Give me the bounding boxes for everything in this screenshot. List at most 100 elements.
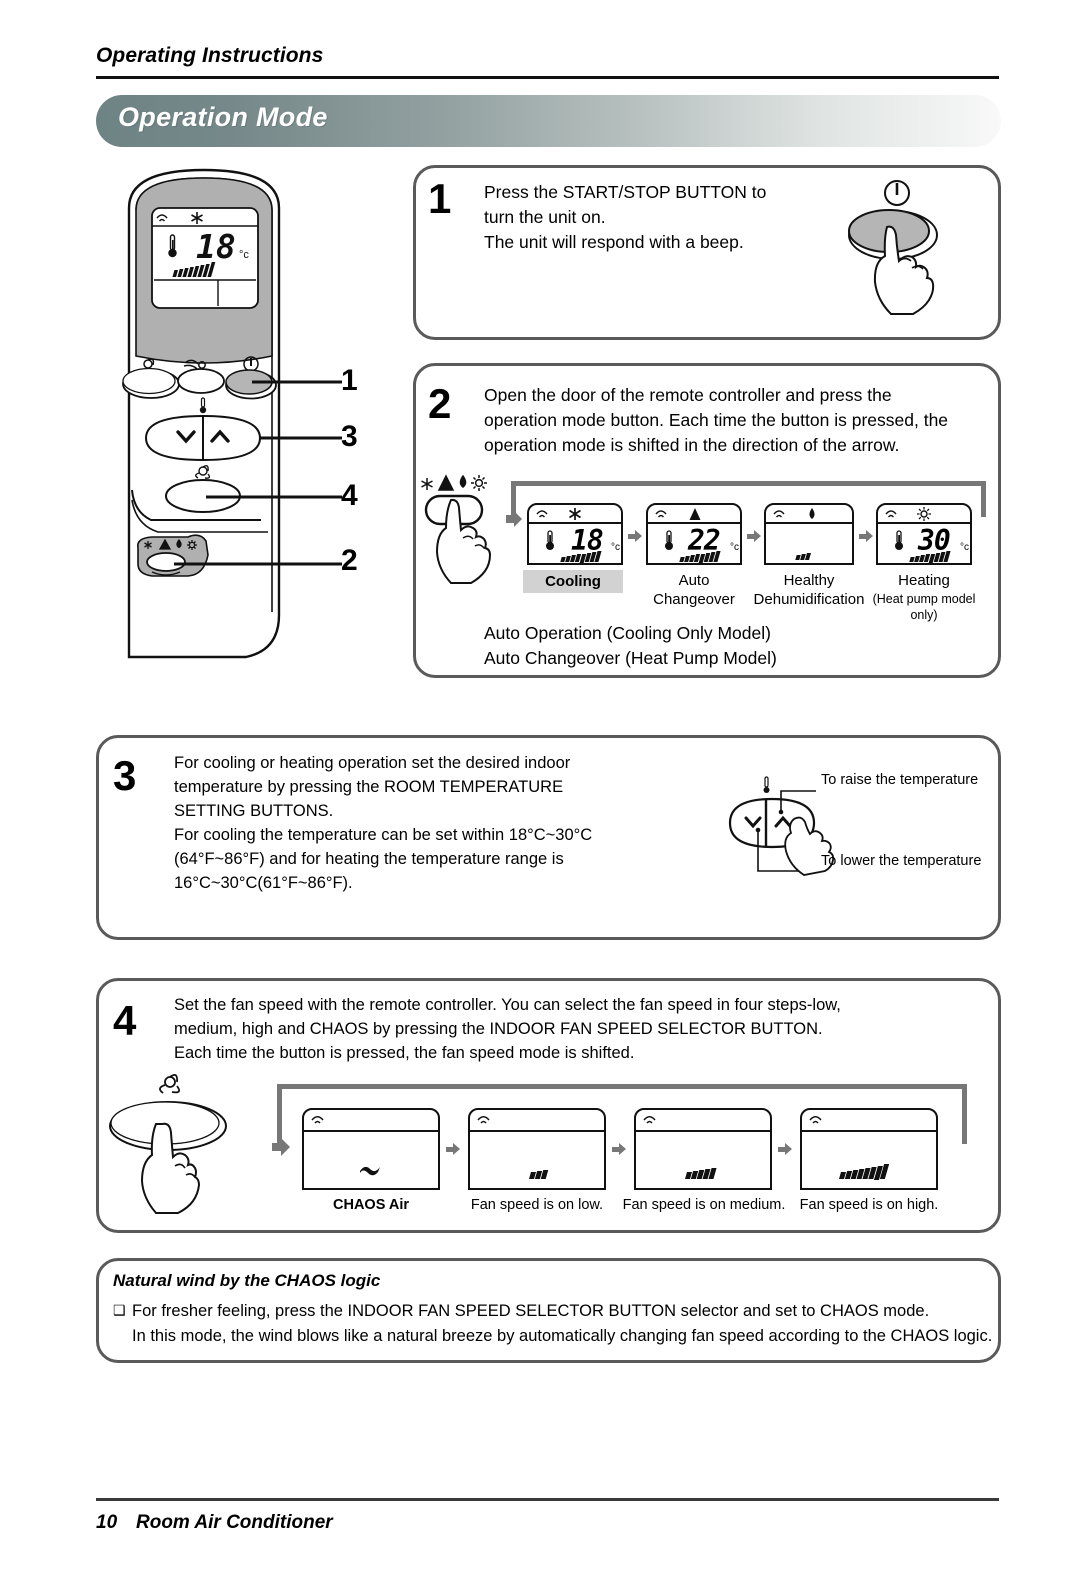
fan-bars-icon: [838, 1164, 889, 1179]
power-icon: [884, 180, 910, 206]
callout-number-2: 2: [341, 544, 358, 577]
step-3-number: 3: [113, 752, 137, 799]
lcd-divider: [470, 1130, 604, 1132]
signal-icon: [885, 510, 897, 518]
note-bullet-icon: ❑: [113, 1302, 126, 1318]
lcd-unit: °c: [960, 542, 969, 553]
fan-bars-icon: [909, 551, 951, 562]
auto-triangle-icon: [689, 508, 701, 520]
signal-icon: [536, 510, 548, 518]
fan-flow-arrow-2: [612, 1143, 630, 1157]
lcd-divider: [636, 1130, 770, 1132]
snowflake-icon: [569, 508, 581, 520]
step-1-number: 1: [428, 175, 452, 222]
callout-number-4: 4: [341, 479, 358, 512]
lcd-unit: °c: [239, 249, 249, 261]
step-2-footnote-2: Auto Changeover (Heat Pump Model): [484, 648, 777, 668]
mode-label-healthy-2: Dehumidification: [753, 591, 865, 608]
mode-label-healthy-1: Healthy: [783, 572, 835, 589]
signal-icon: [643, 1116, 656, 1124]
step-4-line-1: Set the fan speed with the remote contro…: [174, 996, 841, 1014]
step-2-line-3: operation mode is shifted in the directi…: [484, 435, 900, 455]
fan-bars-icon: [684, 1168, 717, 1179]
fan-panel-high: [800, 1108, 938, 1190]
fan-label-medium: Fan speed is on medium.: [622, 1197, 786, 1213]
step-2-line-2: operation mode button. Each time the but…: [484, 410, 949, 430]
step-2-line-1: Open the door of the remote controller a…: [484, 385, 892, 405]
mode-label-auto-1: Auto: [678, 572, 710, 589]
lcd-divider: [802, 1130, 936, 1132]
product-name: Room Air Conditioner: [136, 1512, 333, 1533]
fan-bars-icon: [679, 551, 721, 562]
step-2-number: 2: [428, 380, 452, 427]
chaos-note-line-1: For fresher feeling, press the INDOOR FA…: [132, 1302, 930, 1320]
air-flow-button[interactable]: [177, 368, 225, 394]
water-drop-icon: [809, 508, 815, 519]
step-3-line-5: (64°F~86°F) and for heating the temperat…: [174, 850, 564, 868]
thermometer-icon: [665, 530, 673, 550]
callout-number-1: 1: [341, 364, 358, 397]
fan-flow-arrow-1: [446, 1143, 464, 1157]
step-3-line-6: 16°C~30°C(61°F~86°F).: [174, 874, 353, 892]
mode-panel-cooling: 18 °c: [527, 503, 623, 565]
step-4-number: 4: [113, 997, 137, 1044]
fan-label-chaos: CHAOS Air: [333, 1197, 409, 1213]
fan-bars-icon: [795, 553, 811, 560]
signal-icon: [809, 1116, 822, 1124]
thermometer-icon: [546, 530, 554, 550]
lcd-temperature: 18: [196, 227, 236, 266]
fan-panel-low: [468, 1108, 606, 1190]
fan-flow-entry-arrow: [272, 1138, 290, 1156]
chaos-wave-icon: [360, 1166, 380, 1176]
thermometer-icon: [763, 776, 770, 793]
fan-speed-button-press-illustration: [109, 1073, 227, 1214]
fan-label-high: Fan speed is on high.: [799, 1197, 939, 1213]
signal-icon: [477, 1116, 490, 1124]
signal-icon: [655, 510, 667, 518]
mode-button-press-illustration: [421, 474, 492, 584]
header-divider: [96, 76, 999, 79]
step-3-line-1: For cooling or heating operation set the…: [174, 754, 571, 772]
lcd-unit: °c: [730, 542, 739, 553]
mode-panel-heating: 30 °c: [876, 503, 972, 565]
lower-temp-label: To lower the temperature: [821, 853, 982, 869]
remote-controller-illustration: 18 °c: [122, 168, 342, 659]
step-2-footnote-1: Auto Operation (Cooling Only Model): [484, 623, 771, 643]
step-3-line-3: SETTING BUTTONS.: [174, 802, 334, 820]
mode-label-auto-2: Changeover: [653, 591, 735, 608]
step-1-line-2: turn the unit on.: [484, 207, 606, 227]
step-3-line-4: For cooling the temperature can be set w…: [174, 826, 593, 844]
chaos-note-heading: Natural wind by the CHAOS logic: [113, 1271, 381, 1290]
step-3-line-2: temperature by pressing the ROOM TEMPERA…: [174, 778, 564, 796]
mode-flow-entry-arrow: [506, 511, 522, 527]
chaos-note-line-2: In this mode, the wind blows like a natu…: [132, 1327, 993, 1345]
mode-flow-arrow-1: [628, 530, 642, 542]
fan-panel-medium: [634, 1108, 772, 1190]
fan-flow-arrow-3: [778, 1143, 796, 1157]
running-title: Operating Instructions: [96, 44, 324, 67]
page-title: Operation Mode: [118, 102, 328, 132]
step-4-line-2: medium, high and CHAOS by pressing the I…: [174, 1020, 823, 1038]
mode-label-heating-2: (Heat pump model only): [872, 592, 976, 622]
fan-bars-icon: [560, 551, 602, 562]
signal-icon: [773, 510, 785, 518]
callout-number-3: 3: [341, 420, 358, 453]
step-4-line-3: Each time the button is pressed, the fan…: [174, 1044, 635, 1062]
lcd-divider: [766, 522, 852, 524]
step-1-line-3: The unit will respond with a beep.: [484, 232, 744, 252]
lcd-divider: [304, 1130, 438, 1132]
manual-page: Operating Instructions Operation Mode 18…: [0, 0, 1080, 1583]
thermometer-icon: [895, 530, 903, 550]
operation-mode-button[interactable]: [146, 552, 186, 572]
fan-icon: [159, 1073, 181, 1094]
signal-icon: [311, 1116, 324, 1124]
fan-panel-chaos: [302, 1108, 440, 1190]
mode-flow-arrow-3: [859, 530, 873, 542]
mode-panel-dehumidification: [764, 503, 854, 565]
fan-bars-icon: [528, 1170, 548, 1179]
lcd-unit: °c: [611, 542, 620, 553]
mode-panel-auto-changeover: 22 °c: [646, 503, 742, 565]
mode-flow-arrow-2: [747, 530, 761, 542]
mode-label-heating-1: Heating: [898, 572, 950, 589]
footer-divider: [96, 1498, 999, 1501]
